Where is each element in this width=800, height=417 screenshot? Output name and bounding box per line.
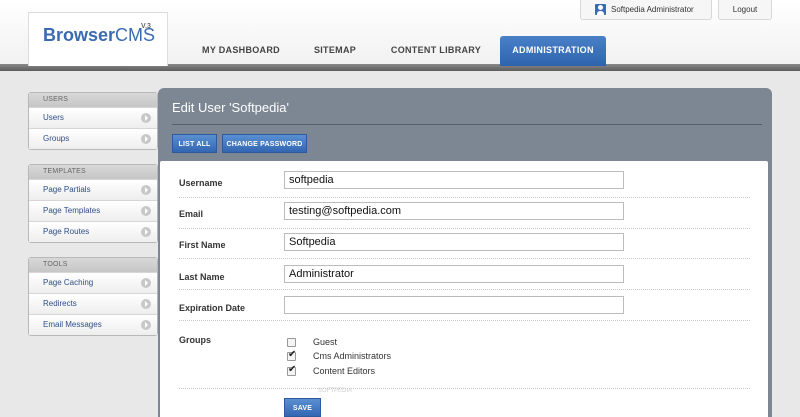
sidebar-group-templates: TEMPLATES Page Partials Page Templates P…: [28, 164, 158, 243]
groups-label: Groups: [179, 335, 212, 345]
user-icon: [595, 4, 606, 15]
username-field[interactable]: [284, 171, 624, 189]
page-title: Edit User 'Softpedia': [172, 100, 289, 115]
sidebar-item-page-caching[interactable]: Page Caching: [29, 272, 157, 293]
row-divider: [179, 197, 750, 198]
sidebar-item-email-messages[interactable]: Email Messages: [29, 314, 157, 335]
list-all-button[interactable]: LIST ALL: [172, 134, 217, 153]
sidebar-item-label: Users: [43, 113, 64, 122]
sidebar-item-label: Redirects: [43, 299, 77, 308]
sidebar-item-label: Page Routes: [43, 227, 90, 236]
logo-text: BrowserCMS: [43, 25, 156, 45]
sidebar-group-tools: TOOLS Page Caching Redirects Email Messa…: [28, 257, 158, 336]
row-divider: [179, 289, 750, 290]
user-account-link[interactable]: Softpedia Administrator: [580, 0, 712, 20]
row-divider: [179, 388, 750, 389]
first-name-field[interactable]: [284, 233, 624, 251]
logo-version: V.3: [141, 23, 151, 30]
guest-checkbox-label: Guest: [313, 337, 338, 347]
row-divider: [179, 228, 750, 229]
nav-content-library[interactable]: CONTENT LIBRARY: [385, 36, 487, 64]
arrow-right-icon: [141, 185, 151, 195]
expiration-date-field[interactable]: [284, 296, 624, 314]
sidebar-item-groups[interactable]: Groups: [29, 128, 157, 149]
nav-sitemap[interactable]: SITEMAP: [305, 36, 365, 64]
arrow-right-icon: [141, 320, 151, 330]
cms-administrators-checkbox[interactable]: [287, 349, 296, 361]
sidebar-item-users[interactable]: Users: [29, 107, 157, 128]
sidebar-group-users: USERS Users Groups: [28, 92, 158, 150]
arrow-right-icon: [141, 299, 151, 309]
sidebar-item-label: Groups: [43, 134, 70, 143]
sidebar-item-page-routes[interactable]: Page Routes: [29, 221, 157, 242]
expiration-date-label: Expiration Date: [179, 303, 246, 313]
content-editors-checkbox[interactable]: [287, 364, 296, 376]
sidebar-item-page-templates[interactable]: Page Templates: [29, 200, 157, 221]
row-divider: [179, 320, 750, 321]
first-name-label: First Name: [179, 240, 226, 250]
email-label: Email: [179, 209, 204, 219]
email-field[interactable]: [284, 202, 624, 220]
sidebar-item-label: Page Templates: [43, 206, 101, 215]
nav-my-dashboard[interactable]: MY DASHBOARD: [190, 36, 292, 64]
user-name: Softpedia Administrator: [611, 5, 694, 14]
sidebar-item-redirects[interactable]: Redirects: [29, 293, 157, 314]
logo[interactable]: BrowserCMS V.3: [28, 12, 168, 66]
last-name-field[interactable]: [284, 265, 624, 283]
sidebar-item-page-partials[interactable]: Page Partials: [29, 179, 157, 200]
sidebar-item-label: Page Caching: [43, 278, 94, 287]
logout-button[interactable]: Logout: [718, 0, 772, 20]
arrow-right-icon: [141, 227, 151, 237]
sidebar-heading-templates: TEMPLATES: [29, 165, 157, 179]
arrow-right-icon: [141, 206, 151, 216]
sidebar-item-label: Email Messages: [43, 320, 102, 329]
arrow-right-icon: [141, 134, 151, 144]
nav-administration[interactable]: ADMINISTRATION: [500, 36, 606, 66]
sidebar-heading-tools: TOOLS: [29, 258, 157, 272]
guest-checkbox[interactable]: [287, 338, 296, 347]
save-button[interactable]: SAVE: [284, 398, 321, 417]
sidebar-item-label: Page Partials: [43, 185, 91, 194]
content-editors-checkbox-label: Content Editors: [313, 366, 376, 376]
title-divider: [172, 124, 762, 125]
last-name-label: Last Name: [179, 272, 225, 282]
cms-administrators-checkbox-label: Cms Administrators: [313, 351, 392, 361]
row-divider: [179, 258, 750, 259]
change-password-button[interactable]: CHANGE PASSWORD: [222, 134, 307, 153]
username-label: Username: [179, 178, 223, 188]
arrow-right-icon: [141, 278, 151, 288]
arrow-right-icon: [141, 113, 151, 123]
sidebar-heading-users: USERS: [29, 93, 157, 107]
